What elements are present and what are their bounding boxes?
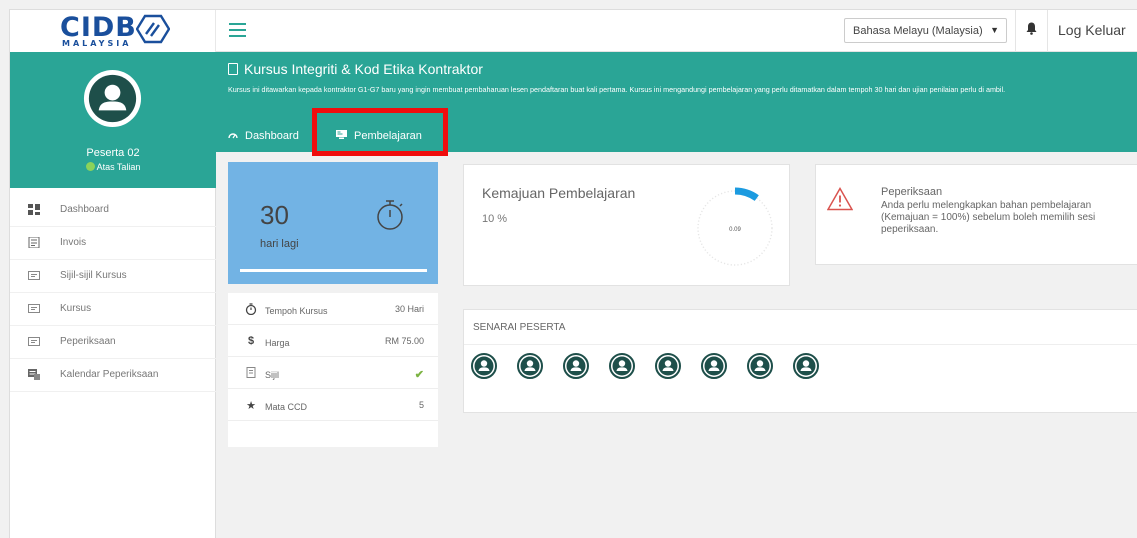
- countdown-card: 30 hari lagi: [228, 162, 438, 284]
- timer-icon: [245, 303, 257, 315]
- countdown-number: 30: [260, 200, 289, 230]
- info-label: Harga: [265, 338, 290, 348]
- info-row-ccd: ★ Mata CCD 5: [228, 389, 438, 421]
- sidebar-item-label: Kalendar Peperiksaan: [60, 369, 159, 380]
- participant-avatar[interactable]: [747, 353, 773, 379]
- sidebar-item-label: Dashboard: [60, 204, 109, 215]
- sidebar-item-kursus[interactable]: Kursus: [10, 293, 216, 326]
- gauge-label: 0.09: [729, 227, 741, 233]
- participant-avatar[interactable]: [701, 353, 727, 379]
- exam-icon: [28, 337, 40, 346]
- info-label: Sijil: [265, 370, 280, 380]
- progress-value: 10 %: [482, 213, 508, 225]
- info-label: Mata CCD: [265, 402, 308, 412]
- dollar-icon: $: [247, 335, 255, 347]
- progress-gauge: 0.09: [694, 187, 776, 269]
- info-row-tempoh: Tempoh Kursus 30 Hari: [228, 293, 438, 325]
- avatar[interactable]: [81, 67, 144, 130]
- dashboard-icon: [28, 204, 40, 215]
- info-label: Tempoh Kursus: [265, 306, 328, 316]
- info-value: 30 Hari: [394, 304, 424, 314]
- course-icon: [28, 304, 40, 313]
- info-value: RM 75.00: [384, 336, 424, 346]
- check-icon: ✔: [414, 369, 424, 381]
- participant-avatar[interactable]: [563, 353, 589, 379]
- logo[interactable]: CIDB MALAYSIA: [10, 10, 216, 52]
- sidebar-item-sijil[interactable]: Sijil-sijil Kursus: [10, 260, 216, 293]
- language-select[interactable]: Bahasa Melayu (Malaysia) ▼: [844, 18, 1007, 43]
- participants-card: SENARAI PESERTA: [463, 309, 1137, 413]
- info-row-harga: $ Harga RM 75.00: [228, 325, 438, 357]
- logout-link[interactable]: Log Keluar: [1058, 22, 1126, 38]
- caret-down-icon: ▼: [990, 25, 999, 35]
- participant-avatar[interactable]: [655, 353, 681, 379]
- participant-avatar[interactable]: [609, 353, 635, 379]
- sidebar-item-label: Sijil-sijil Kursus: [60, 270, 127, 281]
- participant-avatar[interactable]: [471, 353, 497, 379]
- bell-icon-glyph: [1026, 22, 1037, 35]
- progress-title: Kemajuan Pembelajaran: [482, 185, 636, 201]
- sidebar: Peserta 02 Atas Talian Dashboard Invois …: [10, 52, 216, 538]
- sidebar-item-label: Peperiksaan: [60, 336, 116, 347]
- status-text: Atas Talian: [96, 162, 141, 172]
- language-select-value: Bahasa Melayu (Malaysia): [853, 25, 983, 37]
- warning-icon: [827, 187, 853, 211]
- countdown-bar: [240, 269, 427, 272]
- course-title: Kursus Integriti & Kod Etika Kontraktor: [228, 61, 483, 77]
- certificate-icon: [246, 367, 256, 378]
- sidebar-item-peperiksaan[interactable]: Peperiksaan: [10, 326, 216, 359]
- logo-mark-icon: [136, 14, 170, 44]
- sidebar-menu: Dashboard Invois Sijil-sijil Kursus Kurs…: [10, 194, 216, 392]
- course-info-panel: Tempoh Kursus 30 Hari $ Harga RM 75.00 S…: [228, 293, 438, 447]
- online-status-dot: [85, 162, 95, 171]
- calendar-icon: [28, 369, 40, 380]
- tab-dashboard[interactable]: Dashboard: [228, 130, 299, 142]
- participants-title: SENARAI PESERTA: [464, 310, 1137, 345]
- exam-text: Anda perlu melengkapkan bahan pembelajar…: [881, 200, 1096, 235]
- top-bar: CIDB MALAYSIA Bahasa Melayu (Malaysia) ▼…: [10, 10, 1137, 52]
- bell-icon[interactable]: [1015, 10, 1048, 52]
- invoice-icon: [28, 237, 40, 248]
- course-title-text: Kursus Integriti & Kod Etika Kontraktor: [244, 61, 483, 77]
- highlight-box: [312, 108, 448, 156]
- progress-card: Kemajuan Pembelajaran 10 % 0.09: [463, 164, 790, 286]
- sidebar-item-label: Invois: [60, 237, 87, 248]
- participant-avatar[interactable]: [517, 353, 543, 379]
- sidebar-item-dashboard[interactable]: Dashboard: [10, 194, 216, 227]
- book-icon: [228, 63, 238, 75]
- profile-panel: Peserta 02 Atas Talian: [10, 52, 216, 188]
- profile-name: Peserta 02: [86, 147, 140, 159]
- sidebar-item-invois[interactable]: Invois: [10, 227, 216, 260]
- exam-card: Peperiksaan Anda perlu melengkapkan baha…: [815, 164, 1137, 265]
- tab-dashboard-label: Dashboard: [245, 130, 299, 142]
- certificate-icon: [28, 271, 40, 280]
- course-description: Kursus ini ditawarkan kepada kontraktor …: [228, 85, 1006, 94]
- exam-title: Peperiksaan: [881, 186, 943, 198]
- stopwatch-icon: [377, 200, 403, 230]
- participants-list: [471, 353, 839, 383]
- info-row-sijil: Sijil ✔: [228, 357, 438, 389]
- sidebar-item-kalendar[interactable]: Kalendar Peperiksaan: [10, 359, 216, 392]
- star-icon: ★: [246, 400, 256, 412]
- sidebar-item-label: Kursus: [60, 303, 92, 314]
- logo-subtitle: MALAYSIA: [62, 39, 132, 48]
- hamburger-icon[interactable]: [229, 23, 246, 37]
- dashboard-tab-icon: [228, 133, 238, 139]
- app-frame: CIDB MALAYSIA Bahasa Melayu (Malaysia) ▼…: [9, 9, 1137, 538]
- info-value: 5: [418, 400, 424, 410]
- profile-status: Atas Talian: [10, 162, 216, 172]
- participant-avatar[interactable]: [793, 353, 819, 379]
- countdown-label: hari lagi: [260, 238, 299, 250]
